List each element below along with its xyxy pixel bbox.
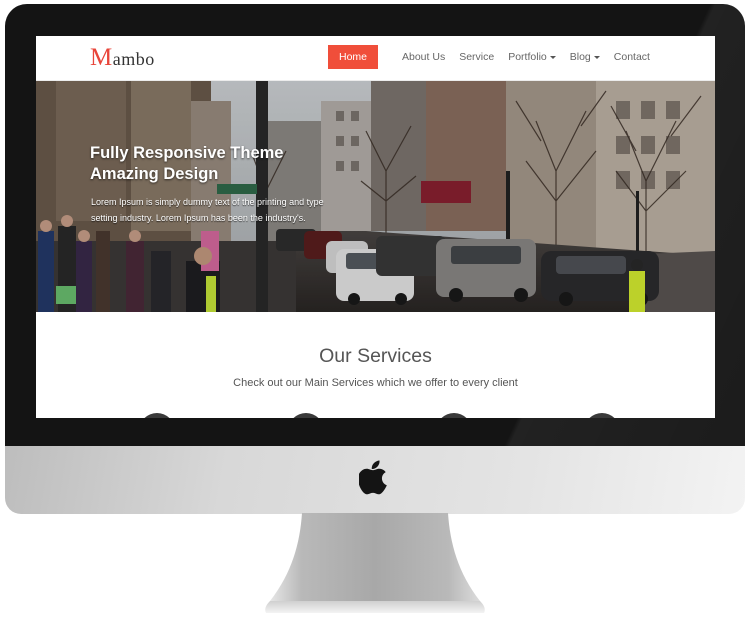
nav-contact[interactable]: Contact — [614, 45, 650, 69]
website-screen: Mambo Home About Us Service Portfolio Bl… — [36, 36, 715, 418]
services-subtitle: Check out our Main Services which we off… — [233, 377, 518, 389]
service-icon-1[interactable] — [139, 413, 175, 418]
hero-title-line2: Amazing Design — [90, 165, 219, 183]
caret-down-icon — [593, 56, 600, 59]
navbar: Mambo Home About Us Service Portfolio Bl… — [36, 36, 715, 81]
nav-about-us-label: About Us — [402, 51, 446, 63]
service-icon-4[interactable] — [584, 413, 620, 418]
logo-initial: M — [90, 44, 113, 71]
service-icon-2[interactable] — [288, 413, 324, 418]
nav-blog[interactable]: Blog — [570, 45, 600, 69]
hero-title-line1: Fully Responsive Theme — [90, 144, 284, 162]
logo-text: ambo — [112, 49, 155, 69]
hero-description: Lorem Ipsum is simply dummy text of the … — [91, 197, 324, 223]
monitor-stand — [265, 513, 485, 613]
nav-home[interactable]: Home — [328, 45, 378, 69]
hero-banner: Fully Responsive Theme Amazing Design Lo… — [36, 81, 715, 312]
nav-about-us[interactable]: About Us — [402, 45, 445, 69]
nav-portfolio[interactable]: Portfolio — [508, 45, 556, 69]
nav-service-label: Service — [459, 51, 495, 63]
service-icon-3[interactable] — [436, 413, 472, 418]
services-section: Our Services Check out our Main Services… — [36, 312, 715, 418]
apple-logo-icon — [359, 460, 387, 495]
nav-portfolio-label: Portfolio — [508, 51, 547, 63]
nav-contact-label: Contact — [613, 51, 650, 63]
nav-home-label: Home — [338, 51, 367, 63]
nav-service[interactable]: Service — [459, 45, 494, 69]
caret-down-icon — [549, 56, 556, 59]
services-title: Our Services — [319, 345, 432, 367]
nav-menu: Home About Us Service Portfolio Blog Con… — [328, 45, 664, 69]
hero-title: Fully Responsive Theme Amazing Design — [90, 143, 283, 185]
nav-blog-label: Blog — [569, 51, 591, 63]
site-logo[interactable]: Mambo — [90, 44, 155, 72]
